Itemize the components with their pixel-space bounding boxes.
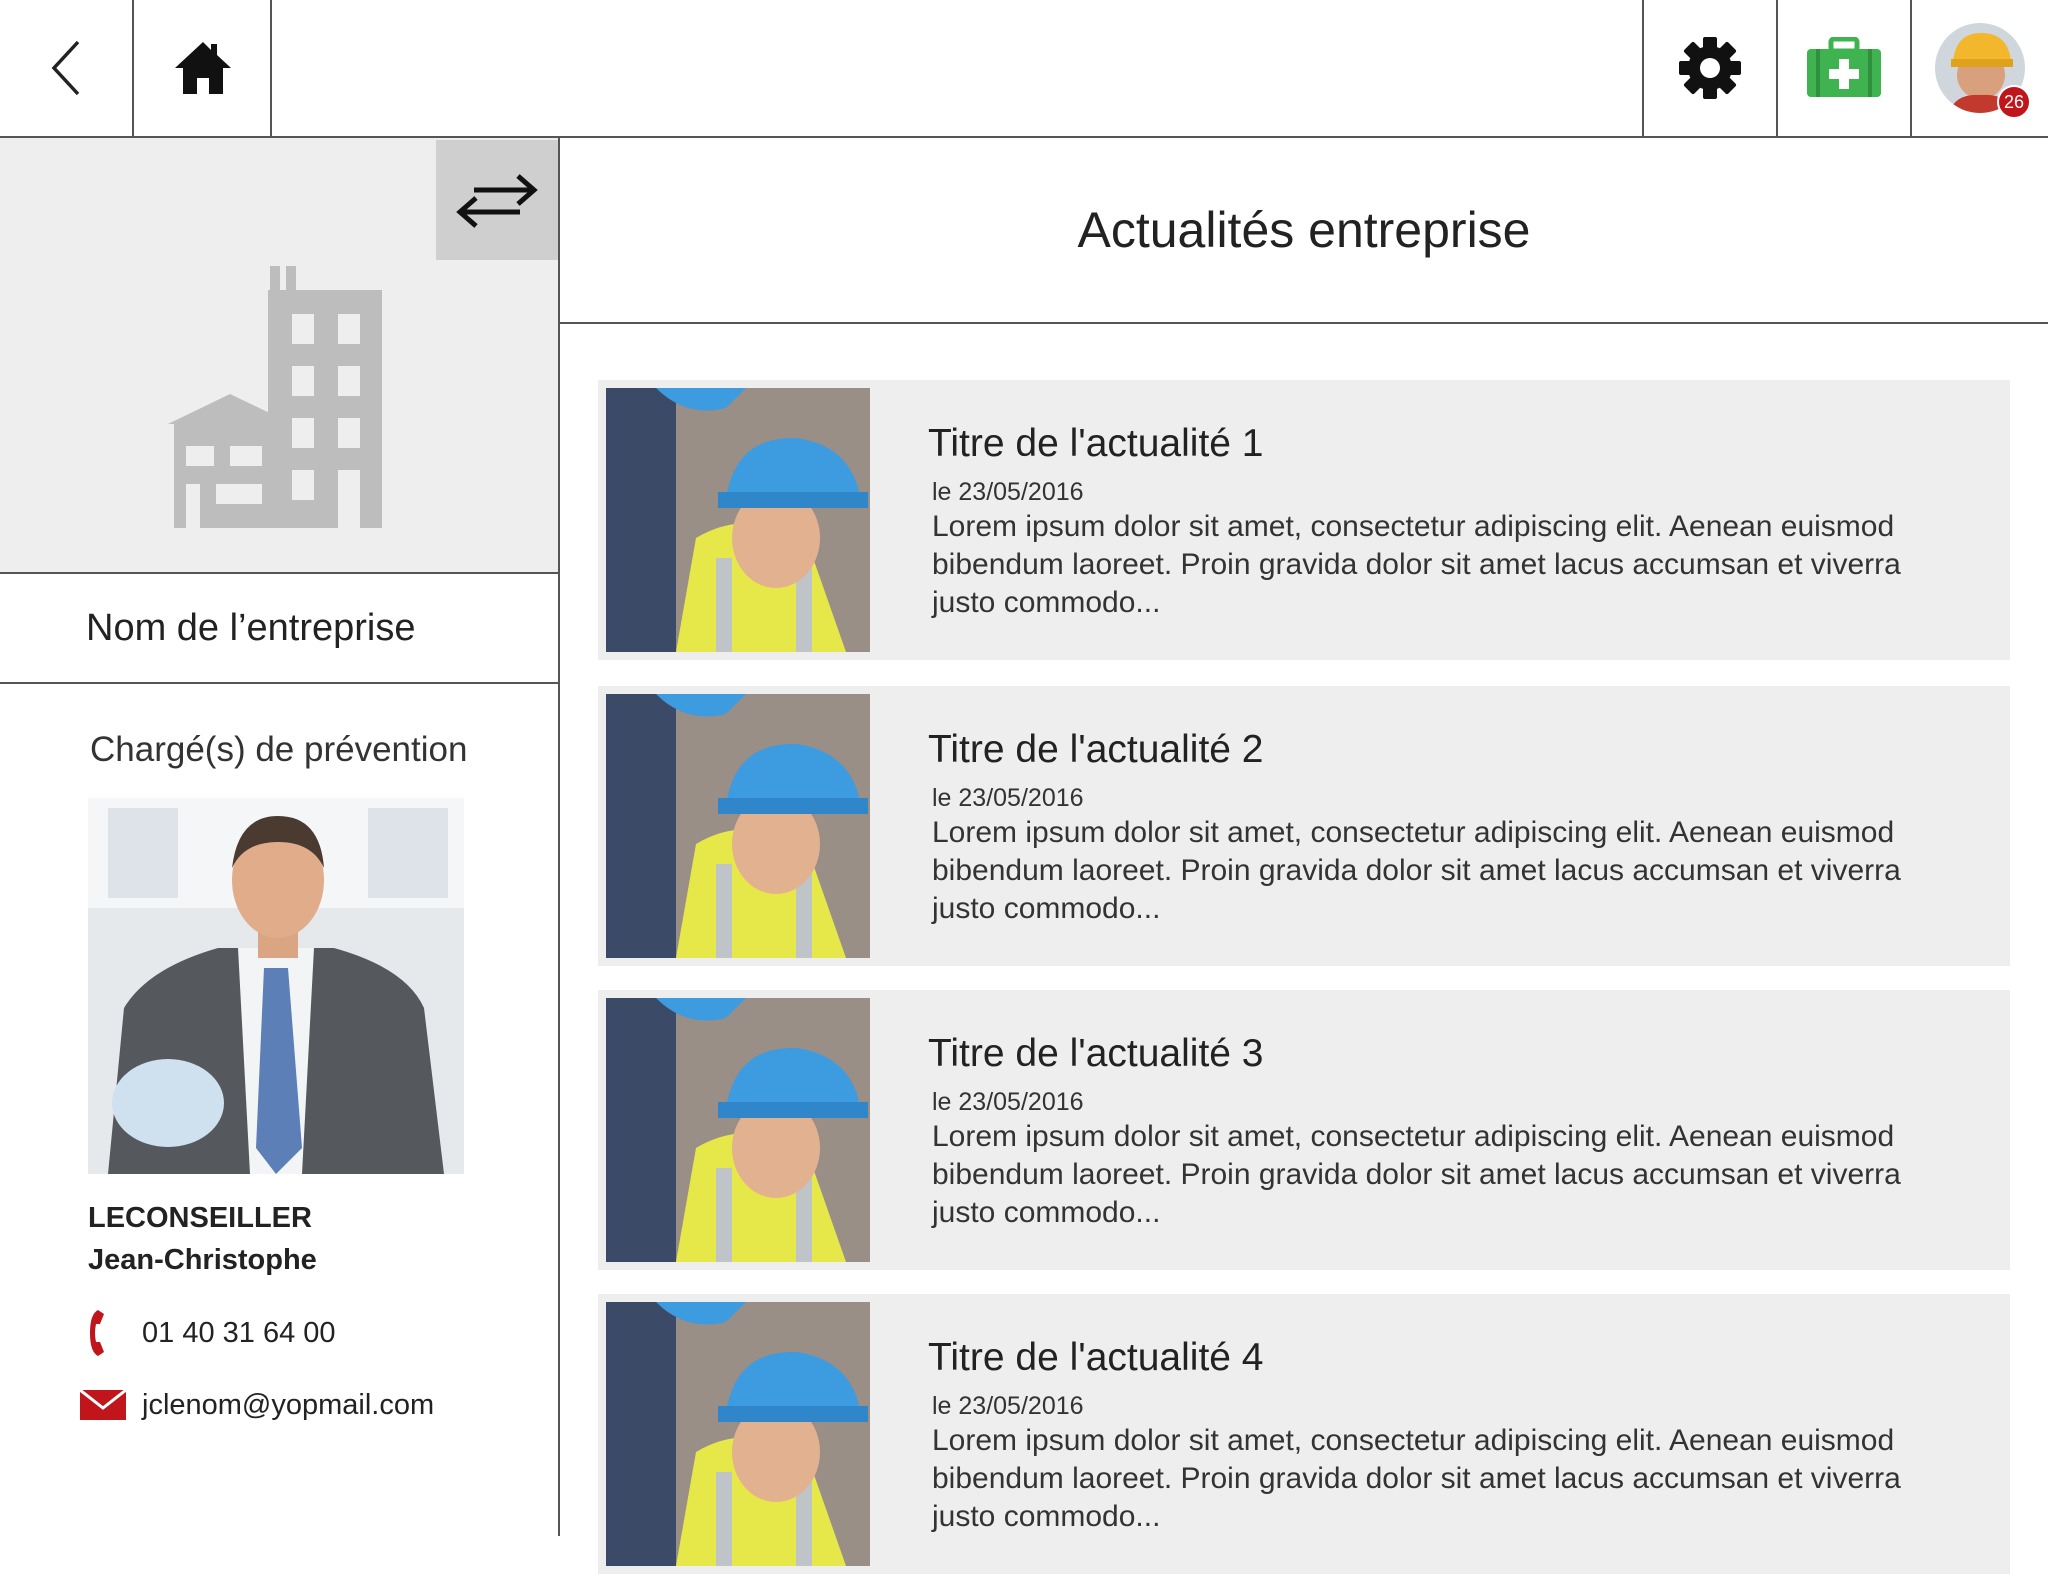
email-link[interactable]: jclenom@yopmail.com [78,1380,434,1430]
news-title: Titre de l'actualité 4 [928,1336,1264,1379]
news-thumbnail [606,998,870,1262]
company-name: Nom de l’entreprise [0,574,558,684]
company-hero [0,138,558,574]
first-aid-button[interactable] [1776,0,1910,136]
news-item[interactable]: Titre de l'actualité 4 le 23/05/2016 Lor… [598,1294,2010,1574]
notification-badge: 26 [1997,85,2031,119]
news-title: Titre de l'actualité 3 [928,1032,1264,1075]
phone-icon [78,1308,128,1358]
prevention-title: Chargé(s) de prévention [90,730,468,769]
email-address: jclenom@yopmail.com [142,1388,435,1421]
news-item[interactable]: Titre de l'actualité 3 le 23/05/2016 Lor… [598,990,2010,1270]
page-title: Actualités entreprise [560,138,2048,324]
news-title: Titre de l'actualité 1 [928,422,1264,465]
gear-icon [1679,37,1741,99]
advisor-first-name: Jean-Christophe [88,1244,317,1276]
home-icon [175,42,231,94]
news-thumbnail [606,1302,870,1566]
phone-link[interactable]: 01 40 31 64 00 [78,1308,336,1358]
news-date: le 23/05/2016 [932,1392,1084,1420]
news-thumbnail [606,388,870,652]
main-panel: Actualités entreprise Titre de l'actuali… [560,138,2048,1574]
phone-number: 01 40 31 64 00 [142,1316,336,1349]
left-panel: Nom de l’entreprise Chargé(s) de prévent… [0,138,560,1536]
settings-button[interactable] [1642,0,1776,136]
news-excerpt: Lorem ipsum dolor sit amet, consectetur … [932,510,1901,619]
news-excerpt: Lorem ipsum dolor sit amet, consectetur … [932,1120,1901,1229]
swap-arrows-icon [456,174,538,228]
chevron-left-icon [51,40,80,96]
news-item[interactable]: Titre de l'actualité 1 le 23/05/2016 Lor… [598,380,2010,660]
switch-company-button[interactable] [436,140,558,260]
news-excerpt: Lorem ipsum dolor sit amet, consectetur … [932,1424,1901,1533]
envelope-icon [78,1380,128,1430]
news-excerpt: Lorem ipsum dolor sit amet, consectetur … [932,816,1901,925]
news-thumbnail [606,694,870,958]
news-date: le 23/05/2016 [932,1088,1084,1116]
profile-button[interactable]: 26 [1910,0,2048,136]
first-aid-kit-icon [1807,37,1881,97]
news-item[interactable]: Titre de l'actualité 2 le 23/05/2016 Lor… [598,686,2010,966]
back-button[interactable] [0,0,134,136]
news-date: le 23/05/2016 [932,478,1084,506]
news-title: Titre de l'actualité 2 [928,728,1264,771]
advisor-photo [88,798,464,1174]
avatar[interactable]: 26 [1935,23,2031,119]
news-date: le 23/05/2016 [932,784,1084,812]
top-bar: 26 [0,0,2048,138]
building-icon [168,266,382,528]
advisor-last-name: LECONSEILLER [88,1202,312,1234]
home-button[interactable] [136,0,272,136]
